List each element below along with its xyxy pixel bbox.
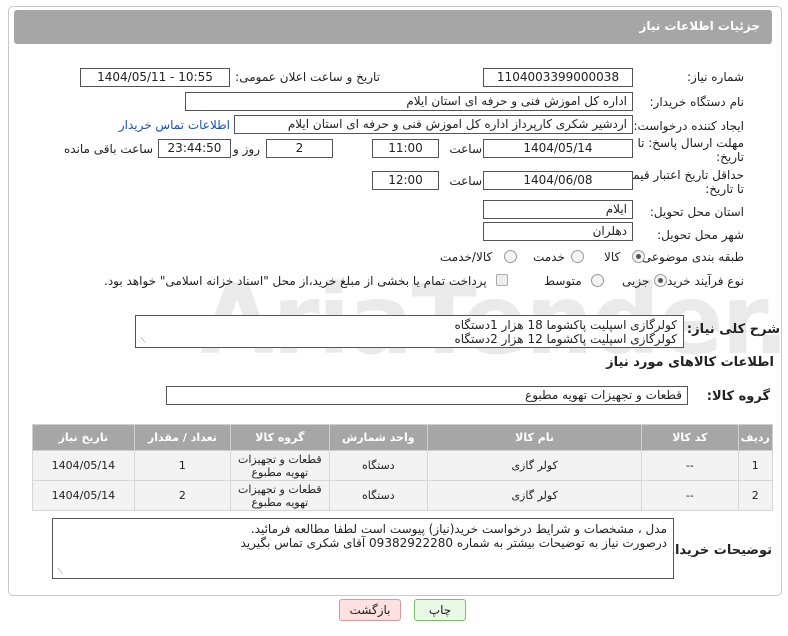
resize-grip-icon[interactable]: ⟋ — [55, 568, 63, 576]
need-number-field: 1104003399000038 — [483, 68, 633, 87]
price-validity-time-field: 12:00 — [372, 171, 439, 190]
cell-row: 2 — [737, 480, 774, 511]
process-medium-radio[interactable] — [591, 274, 604, 287]
cell-code: -- — [641, 450, 739, 481]
cell-date: 1404/05/14 — [32, 480, 135, 511]
description-textarea[interactable]: کولرگازی اسپلیت پاکشوما 18 هزار 1دستگاه … — [135, 315, 684, 348]
requester-field: اردشیر شکری کارپرداز اداره کل اموزش فنی … — [234, 115, 633, 134]
col-date: تاریخ نیاز — [32, 424, 135, 451]
cell-name: کولر گازی — [427, 450, 643, 481]
table-row: 2 -- کولر گازی دستگاه قطعات و تجهیزات ته… — [32, 480, 774, 511]
price-validity-label-2: تا تاریخ: — [705, 182, 744, 196]
reply-date-field: 1404/05/14 — [483, 139, 633, 158]
buyer-notes-line-2: درصورت نیاز به توضیحات بیشتر به شماره 09… — [240, 536, 667, 550]
process-label: نوع فرآیند خرید : — [659, 274, 744, 288]
announce-datetime-label: تاریخ و ساعت اعلان عمومی: — [235, 70, 380, 84]
cell-qty: 1 — [133, 450, 232, 481]
col-row: ردیف — [737, 424, 774, 451]
requester-label: ایجاد کننده درخواست: — [633, 119, 744, 133]
delivery-province-label: استان محل تحویل: — [649, 205, 744, 219]
goods-table: ردیف کد کالا نام کالا واحد شمارش گروه کا… — [32, 424, 774, 511]
panel-header: جزئیات اطلاعات نیاز — [14, 10, 772, 44]
delivery-city-label: شهر محل تحویل: — [657, 228, 744, 242]
delivery-province-field: ایلام — [483, 200, 633, 219]
islamic-treasury-note: پرداخت تمام یا بخشی از مبلغ خرید،از محل … — [104, 274, 487, 288]
buyer-org-label: نام دستگاه خریدار: — [649, 95, 745, 109]
price-validity-date-field: 1404/06/08 — [483, 171, 633, 190]
category-goods-radio[interactable] — [632, 250, 645, 263]
cell-code: -- — [641, 480, 739, 511]
cell-group: قطعات و تجهیزات تهویه مطبوع — [230, 450, 330, 481]
col-qty: تعداد / مقدار — [133, 424, 232, 451]
reply-days-field: 2 — [266, 139, 333, 158]
remaining-time-field: 23:44:50 — [158, 139, 231, 158]
cell-unit: دستگاه — [328, 480, 429, 511]
col-group: گروه کالا — [230, 424, 330, 451]
category-service-radio[interactable] — [571, 250, 584, 263]
reply-deadline-label: مهلت ارسال پاسخ: تا — [637, 136, 744, 150]
days-label: روز و — [233, 142, 260, 156]
delivery-city-field: دهلران — [483, 222, 633, 241]
reply-time-field: 11:00 — [372, 139, 439, 158]
buyer-notes-line-1: مدل ، مشخصات و شرایط درخواست خرید(نیاز) … — [250, 522, 667, 536]
description-line-2: کولرگازی اسپلیت پاکشوما 12 هزار 2دستگاه — [454, 332, 677, 346]
category-goods-service-label: کالا/خدمت — [440, 250, 493, 264]
price-validity-time-label: ساعت — [449, 174, 482, 188]
cell-qty: 2 — [133, 480, 232, 511]
reply-time-label: ساعت — [449, 142, 482, 156]
reply-deadline-label-2: تاریخ: — [716, 150, 744, 164]
category-service-label: خدمت — [533, 250, 565, 264]
category-label: طبقه بندی موضوعی: — [637, 250, 744, 264]
cell-unit: دستگاه — [328, 450, 429, 481]
islamic-treasury-checkbox[interactable] — [496, 274, 508, 286]
col-code: کد کالا — [641, 424, 739, 451]
cell-name: کولر گازی — [427, 480, 643, 511]
cell-group: قطعات و تجهیزات تهویه مطبوع — [230, 480, 330, 511]
cell-row: 1 — [737, 450, 774, 481]
process-minor-label: جزیی — [622, 274, 650, 288]
cell-date: 1404/05/14 — [32, 450, 135, 481]
announce-datetime-field: 1404/05/11 - 10:55 — [80, 68, 230, 87]
goods-section-title: اطلاعات کالاهای مورد نیاز — [606, 355, 774, 370]
col-unit: واحد شمارش — [328, 424, 429, 451]
category-goods-service-radio[interactable] — [504, 250, 517, 263]
description-label: شرح کلی نیاز: — [686, 322, 780, 337]
back-button[interactable]: بازگشت — [339, 599, 401, 621]
col-name: نام کالا — [427, 424, 643, 451]
goods-group-field: قطعات و تجهیزات تهویه مطبوع — [166, 386, 688, 405]
buyer-org-field: اداره کل اموزش فنی و حرفه ای استان ایلام — [185, 92, 633, 111]
buyer-notes-textarea[interactable]: مدل ، مشخصات و شرایط درخواست خرید(نیاز) … — [52, 518, 674, 579]
buyer-notes-label: توضیحات خریدار: — [662, 543, 772, 558]
need-number-label: شماره نیاز: — [687, 70, 744, 84]
category-goods-label: کالا — [604, 250, 621, 264]
table-row: 1 -- کولر گازی دستگاه قطعات و تجهیزات ته… — [32, 450, 774, 481]
buyer-contact-link[interactable]: اطلاعات تماس خریدار — [119, 118, 230, 132]
price-validity-label: حداقل تاریخ اعتبار قیمت: — [617, 168, 744, 182]
page-title: جزئیات اطلاعات نیاز — [639, 19, 760, 33]
resize-grip-icon[interactable]: ⟋ — [138, 337, 146, 345]
remaining-time-label: ساعت باقی مانده — [63, 142, 153, 156]
goods-group-label: گروه کالا: — [706, 389, 770, 404]
description-line-1: کولرگازی اسپلیت پاکشوما 18 هزار 1دستگاه — [454, 318, 677, 332]
print-button[interactable]: چاپ — [414, 599, 466, 621]
process-minor-radio[interactable] — [654, 274, 667, 287]
goods-table-header: ردیف کد کالا نام کالا واحد شمارش گروه کا… — [32, 424, 774, 451]
process-medium-label: متوسط — [544, 274, 582, 288]
